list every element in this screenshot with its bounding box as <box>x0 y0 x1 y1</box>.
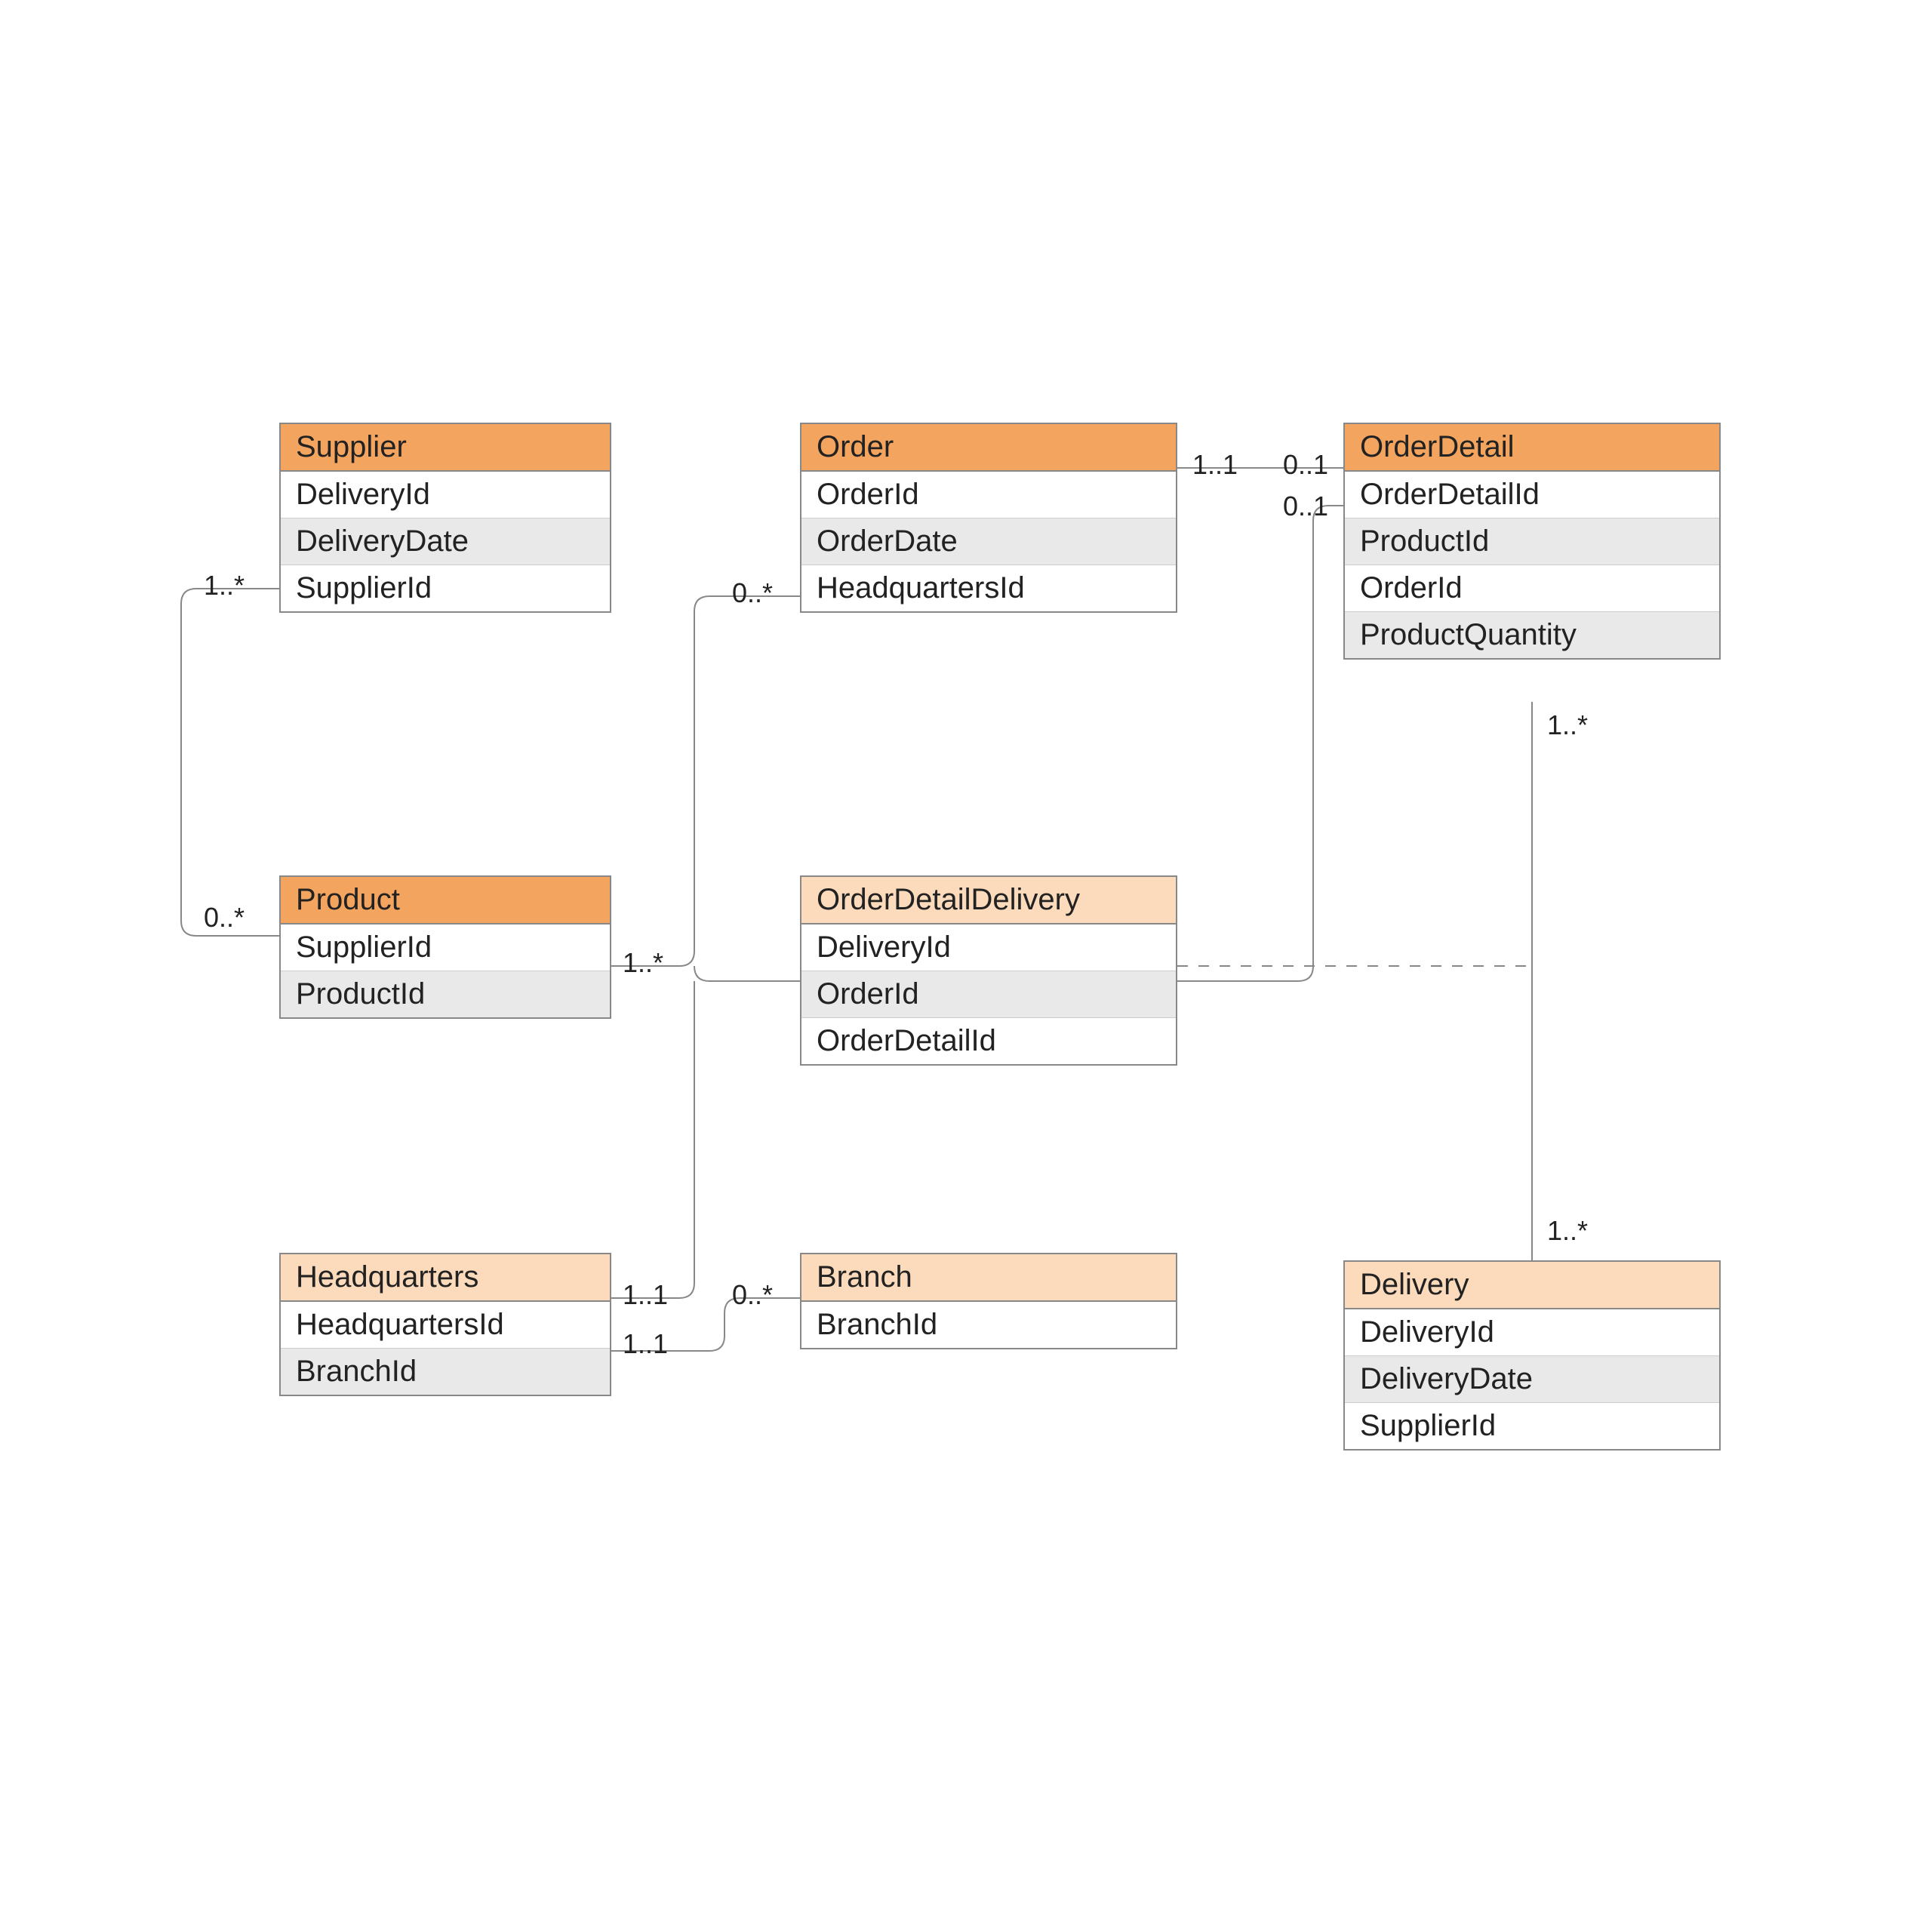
entity-product: Product SupplierId ProductId <box>279 875 611 1019</box>
entity-attr: SupplierId <box>281 924 610 971</box>
diagram-canvas: Supplier DeliveryId DeliveryDate Supplie… <box>0 0 1932 1932</box>
cardinality-label: 1..1 <box>623 1328 668 1360</box>
entity-title: OrderDetailDelivery <box>801 877 1176 924</box>
entity-attr: OrderId <box>801 971 1176 1018</box>
entity-title: Branch <box>801 1254 1176 1302</box>
entity-attr: BranchId <box>281 1349 610 1395</box>
entity-supplier: Supplier DeliveryId DeliveryDate Supplie… <box>279 423 611 613</box>
entity-headquarters: Headquarters HeadquartersId BranchId <box>279 1253 611 1396</box>
entity-attr: BranchId <box>801 1302 1176 1348</box>
entity-attr: OrderDetailId <box>801 1018 1176 1064</box>
entity-attr: SupplierId <box>281 565 610 611</box>
entity-attr: DeliveryId <box>1345 1309 1719 1356</box>
entity-attr: ProductId <box>1345 518 1719 565</box>
cardinality-label: 0..1 <box>1283 491 1328 522</box>
cardinality-label: 1..1 <box>623 1279 668 1311</box>
entity-title: Order <box>801 424 1176 472</box>
entity-attr: ProductId <box>281 971 610 1017</box>
entity-attr: SupplierId <box>1345 1403 1719 1449</box>
entity-title: Supplier <box>281 424 610 472</box>
entity-orderdetail: OrderDetail OrderDetailId ProductId Orde… <box>1343 423 1721 660</box>
entity-attr: OrderDate <box>801 518 1176 565</box>
entity-attr: DeliveryDate <box>281 518 610 565</box>
entity-title: Delivery <box>1345 1262 1719 1309</box>
entity-title: Product <box>281 877 610 924</box>
entity-attr: DeliveryDate <box>1345 1356 1719 1403</box>
entity-attr: OrderDetailId <box>1345 472 1719 518</box>
entity-attr: DeliveryId <box>801 924 1176 971</box>
entity-attr: OrderId <box>801 472 1176 518</box>
cardinality-label: 1..* <box>1547 709 1588 741</box>
entity-orderdetaildelivery: OrderDetailDelivery DeliveryId OrderId O… <box>800 875 1177 1066</box>
cardinality-label: 1..* <box>1547 1215 1588 1247</box>
cardinality-label: 0..* <box>732 1279 773 1311</box>
cardinality-label: 1..* <box>623 947 663 979</box>
entity-branch: Branch BranchId <box>800 1253 1177 1349</box>
entity-attr: OrderId <box>1345 565 1719 612</box>
cardinality-label: 0..1 <box>1283 449 1328 481</box>
entity-order: Order OrderId OrderDate HeadquartersId <box>800 423 1177 613</box>
cardinality-label: 1..1 <box>1192 449 1238 481</box>
entity-attr: ProductQuantity <box>1345 612 1719 658</box>
cardinality-label: 1..* <box>204 570 245 601</box>
entity-title: OrderDetail <box>1345 424 1719 472</box>
entity-attr: HeadquartersId <box>281 1302 610 1349</box>
cardinality-label: 0..* <box>732 577 773 609</box>
cardinality-label: 0..* <box>204 902 245 934</box>
entity-delivery: Delivery DeliveryId DeliveryDate Supplie… <box>1343 1260 1721 1451</box>
entity-title: Headquarters <box>281 1254 610 1302</box>
entity-attr: HeadquartersId <box>801 565 1176 611</box>
entity-attr: DeliveryId <box>281 472 610 518</box>
